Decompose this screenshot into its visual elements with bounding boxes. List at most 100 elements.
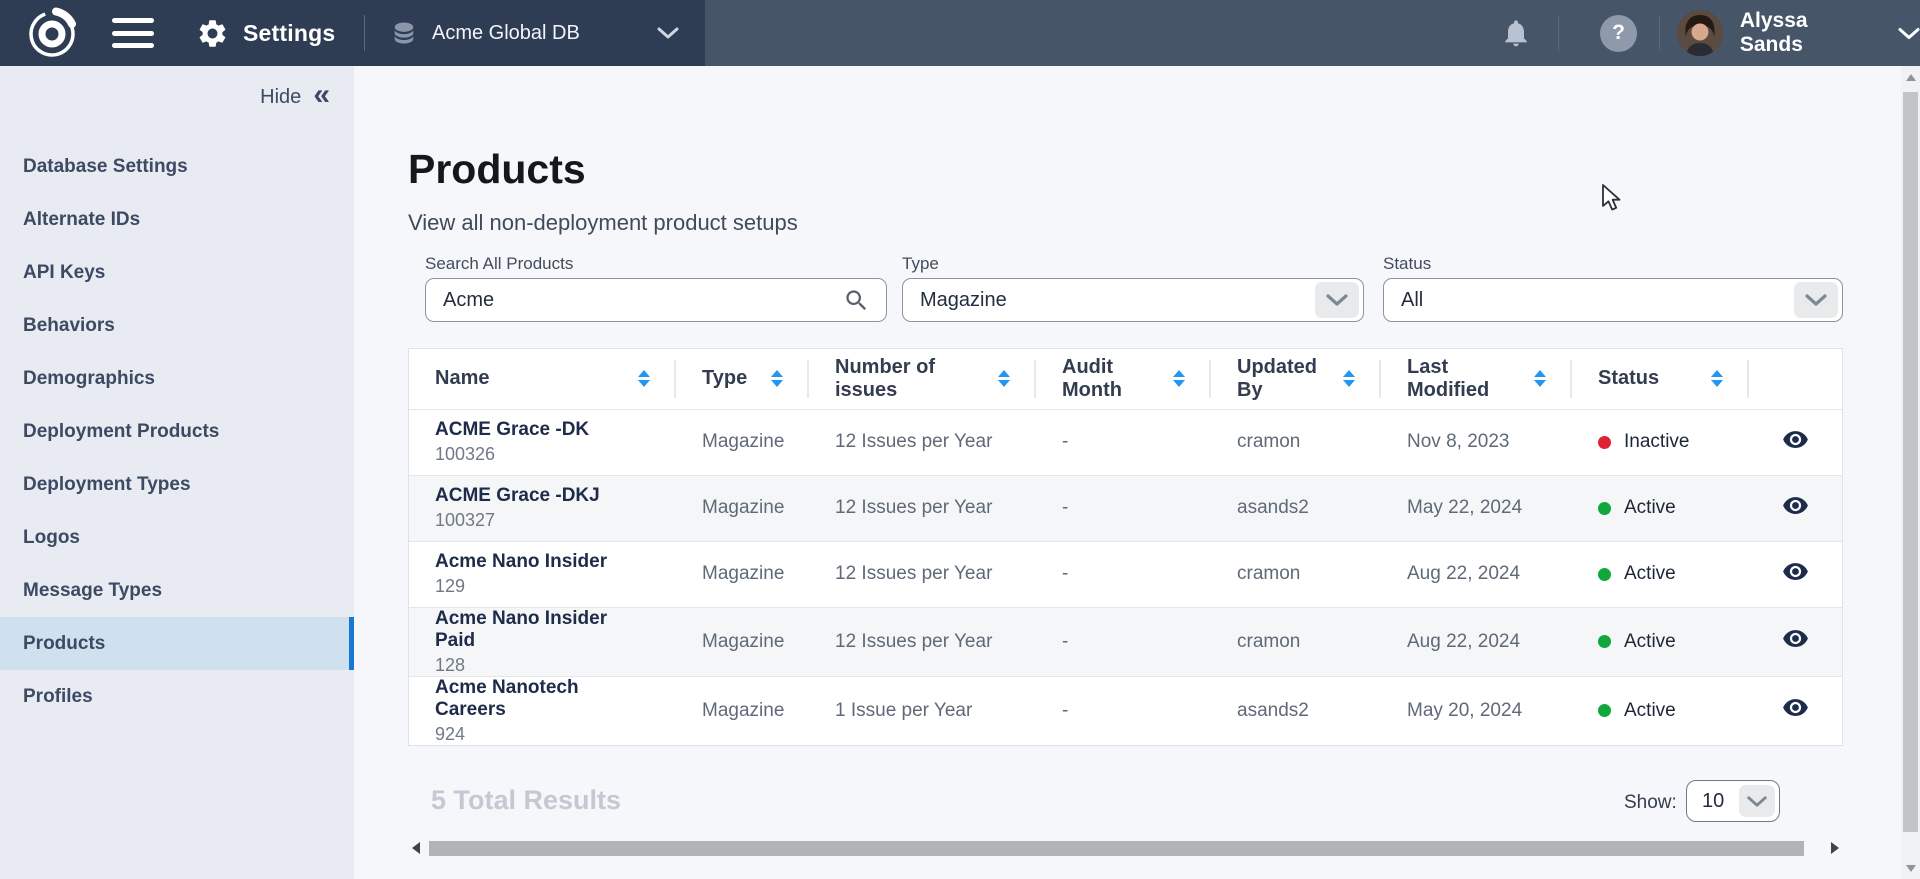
product-updated-by: cramon xyxy=(1211,541,1381,607)
settings-nav[interactable]: Settings xyxy=(196,0,335,66)
horizontal-scrollbar[interactable] xyxy=(408,839,1843,857)
page-size-select[interactable]: 10 xyxy=(1686,780,1780,822)
vertical-scrollbar-thumb[interactable] xyxy=(1903,92,1918,832)
product-issues: 12 Issues per Year xyxy=(809,607,1036,676)
sidebar-item-label: Products xyxy=(23,633,105,655)
menu-icon[interactable] xyxy=(112,18,154,48)
table-row[interactable]: ACME Grace -DKJ 100327 Magazine 12 Issue… xyxy=(409,475,1842,541)
sort-icon[interactable] xyxy=(1711,370,1723,387)
user-menu[interactable]: Alyssa Sands xyxy=(1677,0,1920,66)
table-row[interactable]: Acme Nano Insider 129 Magazine 12 Issues… xyxy=(409,541,1842,607)
product-name: Acme Nanotech Careers xyxy=(435,677,650,721)
view-icon[interactable] xyxy=(1782,558,1809,585)
sidebar-item-behaviors[interactable]: Behaviors xyxy=(0,299,354,352)
search-input[interactable] xyxy=(426,279,843,321)
sidebar-item-alternate-ids[interactable]: Alternate IDs xyxy=(0,193,354,246)
gear-icon xyxy=(196,17,229,50)
app-root: Settings Acme Global DB ? xyxy=(0,0,1920,879)
view-column-header xyxy=(1749,349,1842,409)
sidebar-item-label: Behaviors xyxy=(23,315,115,337)
topbar: Settings Acme Global DB ? xyxy=(0,0,1920,66)
status-badge: Active xyxy=(1624,700,1676,722)
view-icon[interactable] xyxy=(1782,492,1809,519)
product-name: ACME Grace -DKJ xyxy=(435,485,650,507)
type-value: Magazine xyxy=(903,289,1315,312)
table-row[interactable]: Acme Nanotech Careers 924 Magazine 1 Iss… xyxy=(409,676,1842,745)
sidebar-item-products[interactable]: Products xyxy=(0,617,354,670)
sidebar-item-deployment-types[interactable]: Deployment Types xyxy=(0,458,354,511)
product-updated-by: asands2 xyxy=(1211,676,1381,745)
sidebar-item-demographics[interactable]: Demographics xyxy=(0,352,354,405)
search-icon[interactable] xyxy=(843,287,870,314)
chevron-down-icon xyxy=(1794,282,1838,318)
page-subtitle: View all non-deployment product setups xyxy=(408,210,798,236)
sidebar-item-label: Deployment Products xyxy=(23,421,219,443)
status-dot xyxy=(1598,635,1611,648)
sidebar-item-database-settings[interactable]: Database Settings xyxy=(0,140,354,193)
sidebar-item-label: Alternate IDs xyxy=(23,209,140,231)
avatar xyxy=(1677,10,1723,56)
chevron-down-icon xyxy=(1898,27,1920,40)
sidebar-item-api-keys[interactable]: API Keys xyxy=(0,246,354,299)
column-header-label: Last Modified xyxy=(1407,356,1534,402)
product-last-modified: May 22, 2024 xyxy=(1381,475,1572,541)
product-updated-by: cramon xyxy=(1211,607,1381,676)
status-dot xyxy=(1598,502,1611,515)
column-header-label: Number of issues xyxy=(835,356,998,402)
view-icon[interactable] xyxy=(1782,694,1809,721)
vertical-scrollbar[interactable] xyxy=(1901,66,1920,879)
product-last-modified: Aug 22, 2024 xyxy=(1381,607,1572,676)
sort-icon[interactable] xyxy=(771,370,783,387)
scroll-left-icon[interactable] xyxy=(408,842,424,854)
table-row[interactable]: Acme Nano Insider Paid 128 Magazine 12 I… xyxy=(409,607,1842,676)
app-logo[interactable] xyxy=(26,7,78,59)
help-icon: ? xyxy=(1600,15,1637,52)
database-selector[interactable]: Acme Global DB xyxy=(390,0,680,66)
product-id: 129 xyxy=(435,576,650,597)
status-badge: Active xyxy=(1624,497,1676,519)
notifications-button[interactable] xyxy=(1500,0,1532,66)
sidebar-item-label: Profiles xyxy=(23,686,93,708)
column-header-status: Status xyxy=(1572,349,1749,409)
status-label: Status xyxy=(1383,254,1431,274)
page-title: Products xyxy=(408,146,586,193)
table-body: ACME Grace -DK 100326 Magazine 12 Issues… xyxy=(409,409,1842,745)
product-audit-month: - xyxy=(1036,607,1211,676)
status-badge: Active xyxy=(1624,631,1676,653)
product-last-modified: Aug 22, 2024 xyxy=(1381,541,1572,607)
help-button[interactable]: ? xyxy=(1600,0,1637,66)
product-issues: 1 Issue per Year xyxy=(809,676,1036,745)
view-icon[interactable] xyxy=(1782,625,1809,652)
table-row[interactable]: ACME Grace -DK 100326 Magazine 12 Issues… xyxy=(409,409,1842,475)
product-audit-month: - xyxy=(1036,541,1211,607)
status-dot xyxy=(1598,436,1611,449)
collapse-chevrons-icon: « xyxy=(313,80,330,110)
status-badge: Inactive xyxy=(1624,431,1689,453)
sidebar-item-deployment-products[interactable]: Deployment Products xyxy=(0,405,354,458)
sidebar-item-logos[interactable]: Logos xyxy=(0,511,354,564)
scroll-up-icon[interactable] xyxy=(1901,66,1920,88)
product-last-modified: Nov 8, 2023 xyxy=(1381,409,1572,475)
table-header-row: Name Type Number of issues Audit Month U… xyxy=(409,349,1842,409)
sort-icon[interactable] xyxy=(998,370,1010,387)
column-header-last-modified: Last Modified xyxy=(1381,349,1572,409)
sort-icon[interactable] xyxy=(1343,370,1355,387)
product-updated-by: asands2 xyxy=(1211,475,1381,541)
product-id: 100326 xyxy=(435,444,650,465)
view-icon[interactable] xyxy=(1782,426,1809,453)
status-select[interactable]: All xyxy=(1383,278,1843,322)
sidebar-item-message-types[interactable]: Message Types xyxy=(0,564,354,617)
horizontal-scrollbar-thumb[interactable] xyxy=(429,841,1804,856)
chevron-down-icon xyxy=(656,26,680,40)
sidebar-collapse-button[interactable]: Hide « xyxy=(260,84,330,110)
scroll-right-icon[interactable] xyxy=(1827,842,1843,854)
type-select[interactable]: Magazine xyxy=(902,278,1364,322)
status-badge: Active xyxy=(1624,563,1676,585)
sort-icon[interactable] xyxy=(1173,370,1185,387)
sort-icon[interactable] xyxy=(638,370,650,387)
scroll-down-icon[interactable] xyxy=(1901,857,1920,879)
sidebar-item-profiles[interactable]: Profiles xyxy=(0,670,354,723)
sort-icon[interactable] xyxy=(1534,370,1546,387)
search-label: Search All Products xyxy=(425,254,573,274)
product-audit-month: - xyxy=(1036,409,1211,475)
